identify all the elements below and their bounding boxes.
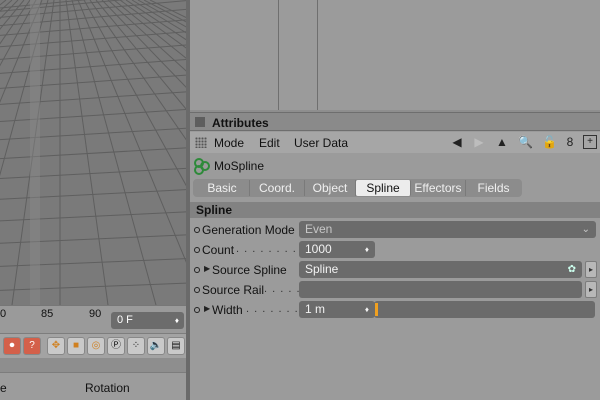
width-value: 1 m [305, 302, 326, 316]
attributes-menubar: Mode Edit User Data ◀ ▶ ▲ 🔍 🔓 8 + [190, 132, 600, 153]
viewport[interactable] [0, 0, 186, 305]
grid-axis-band [30, 0, 40, 305]
param-label: Source Spline [212, 263, 287, 277]
rotation-key-icon[interactable]: ◎ [87, 337, 105, 355]
animate-dot-icon[interactable] [194, 227, 200, 233]
animation-toolbar: ⏺ ? ✥ ■ ◎ Ⓟ ⁘ 🔈 ▤ [0, 333, 186, 358]
attribute-tabs: Basic Coord. Object Spline Effectors Fie… [193, 179, 522, 197]
section-header[interactable]: Spline [190, 202, 600, 218]
link-menu-button[interactable]: ▸ [585, 281, 597, 298]
spline-object-icon: ✿ [567, 264, 576, 275]
document-icon[interactable]: ▤ [167, 337, 185, 355]
panel-grip-icon[interactable] [195, 117, 205, 127]
link-icon[interactable]: 8 [563, 135, 577, 149]
back-arrow-icon[interactable]: ◀ [450, 135, 464, 149]
tab-object[interactable]: Object [305, 180, 356, 196]
menu-grip-icon[interactable] [195, 137, 207, 148]
tab-fields[interactable]: Fields [466, 180, 521, 196]
column-divider [317, 0, 318, 110]
coord-column-label: Rotation [85, 381, 130, 395]
autokey-icon[interactable]: ? [23, 337, 41, 355]
mospline-icon [194, 158, 210, 175]
sound-icon[interactable]: 🔈 [147, 337, 165, 355]
source-rail-link-field[interactable] [299, 281, 582, 298]
new-panel-icon[interactable]: + [583, 135, 597, 149]
menu-edit[interactable]: Edit [259, 136, 280, 150]
viewport-grid [0, 0, 186, 305]
chevron-down-icon: ⌄ [581, 224, 590, 235]
animate-dot-icon[interactable] [194, 307, 200, 313]
section-title: Spline [196, 203, 233, 217]
label-leader: . . . . . . . . . [236, 243, 305, 255]
attributes-panel: Attributes Mode Edit User Data ◀ ▶ ▲ 🔍 🔓… [190, 112, 600, 400]
animate-dot-icon[interactable] [194, 267, 200, 273]
tab-basic[interactable]: Basic [195, 180, 250, 196]
generation-mode-value: Even [305, 222, 333, 236]
width-slider[interactable] [374, 301, 595, 318]
source-spline-link-field[interactable]: Spline ✿ [299, 261, 582, 278]
tab-effectors[interactable]: Effectors [411, 180, 466, 196]
search-icon[interactable]: 🔍 [518, 135, 533, 149]
attributes-title: Attributes [212, 116, 269, 130]
move-key-icon[interactable]: ✥ [47, 337, 65, 355]
param-source-rail: Source Rail . . . . . . ▸ [190, 280, 600, 300]
param-key-icon[interactable]: Ⓟ [107, 337, 125, 355]
timeline-tick: 85 [41, 308, 54, 320]
param-label: Width [212, 303, 243, 317]
timeline[interactable]: 0 85 90 0 F ♦ [0, 305, 186, 333]
param-label: Generation Mode [202, 223, 295, 237]
slider-handle[interactable] [375, 303, 378, 316]
param-count: Count . . . . . . . . . 1000 ♦ [190, 240, 600, 260]
source-spline-value: Spline [305, 262, 339, 276]
record-icon[interactable]: ⏺ [3, 337, 21, 355]
timeline-tick: 90 [89, 308, 102, 320]
stepper-arrows-icon[interactable]: ♦ [365, 241, 369, 258]
expand-triangle-icon[interactable]: ▶ [204, 264, 210, 273]
pla-key-icon[interactable]: ⁘ [127, 337, 145, 355]
lock-icon[interactable]: 🔓 [542, 135, 557, 149]
forward-arrow-icon[interactable]: ▶ [472, 135, 486, 149]
animate-dot-icon[interactable] [194, 287, 200, 293]
coordinates-header: e Rotation [0, 372, 186, 400]
width-input[interactable]: 1 m ♦ [299, 301, 375, 318]
param-label: Source Rail [202, 283, 265, 297]
scale-key-icon[interactable]: ■ [67, 337, 85, 355]
animate-dot-icon[interactable] [194, 247, 200, 253]
count-input[interactable]: 1000 ♦ [299, 241, 375, 258]
tab-coord[interactable]: Coord. [250, 180, 305, 196]
menu-mode[interactable]: Mode [214, 136, 244, 150]
current-frame-field[interactable]: 0 F ♦ [111, 312, 184, 329]
up-arrow-icon[interactable]: ▲ [495, 135, 509, 149]
current-frame-value: 0 F [117, 314, 133, 326]
object-header: MoSpline [190, 153, 600, 177]
param-generation-mode: Generation Mode Even ⌄ [190, 220, 600, 240]
count-value: 1000 [305, 242, 332, 256]
tab-spline[interactable]: Spline [356, 180, 411, 196]
menu-user-data[interactable]: User Data [294, 136, 348, 150]
param-label: Count [202, 243, 235, 257]
coord-column-label: e [0, 381, 7, 395]
generation-mode-select[interactable]: Even ⌄ [299, 221, 596, 238]
param-source-spline: ▶ Source Spline Spline ✿ ▸ [190, 260, 600, 280]
column-divider [278, 0, 279, 110]
object-name: MoSpline [214, 159, 265, 173]
link-menu-button[interactable]: ▸ [585, 261, 597, 278]
stepper-arrows-icon[interactable]: ♦ [365, 301, 369, 318]
expand-triangle-icon[interactable]: ▶ [204, 304, 210, 313]
stepper-arrows-icon[interactable]: ♦ [175, 312, 179, 329]
attributes-title-bar[interactable]: Attributes [190, 112, 600, 131]
param-width: ▶ Width . . . . . . . . . 1 m ♦ [190, 300, 600, 320]
timeline-tick: 0 [0, 308, 7, 320]
object-manager-panel[interactable] [190, 0, 600, 110]
